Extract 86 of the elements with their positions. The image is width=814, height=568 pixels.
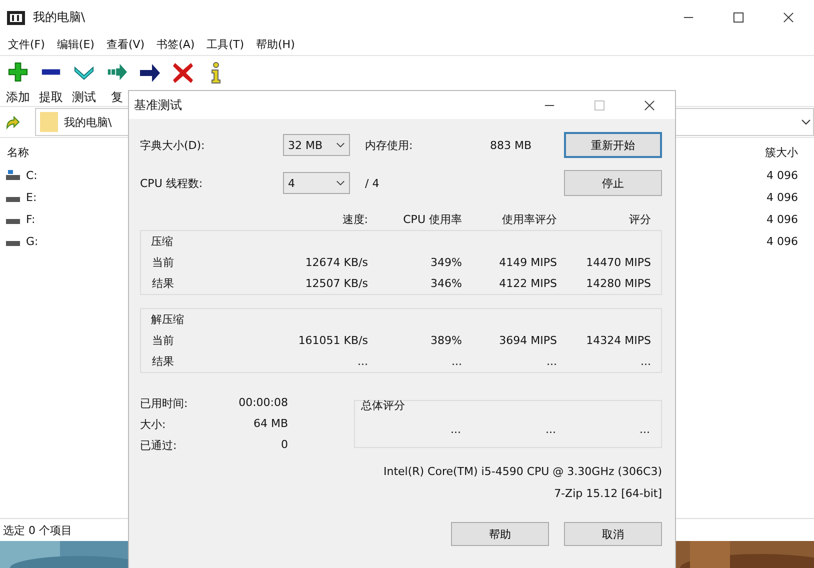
- row-label: 当前: [151, 255, 175, 270]
- app-icon: [7, 10, 25, 24]
- menu-item[interactable]: 查看(V): [106, 37, 145, 55]
- field-label: CPU 线程数:: [140, 176, 204, 190]
- cpu-info: Intel(R) Core(TM) i5-4590 CPU @ 3.30GHz (306C3): [382, 465, 662, 478]
- result-value: 12674 KB/s: [304, 256, 368, 269]
- menu-item[interactable]: 文件(F): [8, 37, 45, 55]
- maximize-icon: [594, 100, 605, 110]
- result-value: 12507 KB/s: [304, 277, 368, 290]
- thread-total: / 4: [365, 176, 380, 190]
- result-value: 349%: [430, 256, 462, 269]
- drive-name[interactable]: F:: [26, 212, 36, 226]
- column-header[interactable]: 簇大小: [765, 144, 798, 160]
- cluster-size: 4 096: [766, 212, 798, 226]
- version-info: 7-Zip 15.12 [64-bit]: [553, 487, 662, 500]
- maximize-icon[interactable]: [733, 12, 744, 23]
- menu-item[interactable]: 书签(A): [156, 37, 195, 55]
- stat-label: 已通过:: [140, 438, 178, 453]
- drive-name[interactable]: G:: [26, 234, 38, 248]
- help-button[interactable]: 帮助: [451, 522, 549, 546]
- result-value: 14470 MIPS: [585, 256, 651, 269]
- stat-label: 已用时间:: [140, 396, 189, 411]
- group-title: 压缩: [151, 234, 174, 249]
- result-value: 346%: [430, 277, 462, 290]
- cancel-button[interactable]: 取消: [564, 522, 662, 546]
- column-header: 速度:: [341, 212, 368, 226]
- menu-item[interactable]: 编辑(E): [56, 37, 94, 55]
- window-title: 我的电脑\: [33, 9, 86, 26]
- row-label: 结果: [151, 276, 175, 291]
- row-label: 当前: [151, 333, 175, 348]
- cluster-size: 4 096: [766, 168, 798, 182]
- status-text: 选定 0 个项目: [3, 522, 72, 538]
- caret-icon[interactable]: [801, 119, 811, 125]
- folder-icon: [40, 112, 58, 132]
- drive-name[interactable]: C:: [26, 168, 38, 182]
- column-header: 评分: [628, 212, 651, 226]
- stat-value: 00:00:08: [238, 396, 288, 411]
- group-title: 总体评分: [361, 398, 406, 413]
- plus-icon[interactable]: [7, 62, 29, 82]
- column-header: CPU 使用率: [402, 212, 462, 226]
- row-label: 结果: [151, 354, 175, 369]
- caret-icon: [336, 180, 345, 186]
- stat-value: 64 MB: [252, 417, 288, 432]
- result-value: 4149 MIPS: [498, 256, 557, 269]
- result-value: 14324 MIPS: [585, 334, 651, 347]
- result-value: 389%: [430, 334, 462, 347]
- thread-count-dropdown[interactable]: 4: [283, 172, 350, 194]
- field-label: 内存使用:: [365, 138, 414, 152]
- dialog-title: 基准测试: [134, 96, 182, 114]
- toolbar-label: 测试: [72, 89, 96, 106]
- result-value: ...: [544, 423, 556, 436]
- drive-icon: [6, 170, 20, 180]
- cluster-size: 4 096: [766, 190, 798, 204]
- stat-value: 0: [280, 438, 288, 453]
- stat-label: 大小:: [140, 417, 167, 432]
- cluster-size: 4 096: [766, 234, 798, 248]
- menu-item[interactable]: 帮助(H): [256, 37, 295, 55]
- result-value: ...: [450, 355, 462, 368]
- result-value: 14280 MIPS: [585, 277, 651, 290]
- toolbar-label: 提取: [39, 89, 63, 106]
- field-label: 字典大小(D):: [140, 138, 206, 152]
- result-value: ...: [356, 355, 368, 368]
- close-icon[interactable]: [783, 12, 794, 23]
- result-value: ...: [640, 355, 651, 368]
- group-title: 解压缩: [151, 312, 185, 327]
- drive-name[interactable]: E:: [26, 190, 37, 204]
- result-value: ...: [638, 423, 650, 436]
- close-icon[interactable]: [644, 100, 655, 110]
- restart-button[interactable]: 重新开始: [564, 132, 662, 158]
- dictionary-size-dropdown[interactable]: 32 MB: [283, 134, 350, 156]
- column-header: 使用率评分: [501, 212, 557, 226]
- stop-button[interactable]: 停止: [564, 170, 662, 196]
- caret-icon: [336, 142, 345, 148]
- column-header[interactable]: 名称: [7, 144, 29, 160]
- result-value: 161051 KB/s: [297, 334, 368, 347]
- result-value: ...: [450, 423, 461, 436]
- result-value: ...: [546, 355, 557, 368]
- result-value: 4122 MIPS: [498, 277, 557, 290]
- toolbar-label: 添加: [6, 89, 30, 106]
- up-folder-icon[interactable]: [5, 114, 21, 130]
- menu-item[interactable]: 工具(T): [206, 37, 244, 55]
- delete-icon[interactable]: [172, 62, 194, 84]
- toolbar-label: 复: [111, 89, 123, 106]
- memory-value: 883 MB: [490, 138, 533, 152]
- result-value: 3694 MIPS: [498, 334, 557, 347]
- arrow-icon[interactable]: [139, 62, 161, 84]
